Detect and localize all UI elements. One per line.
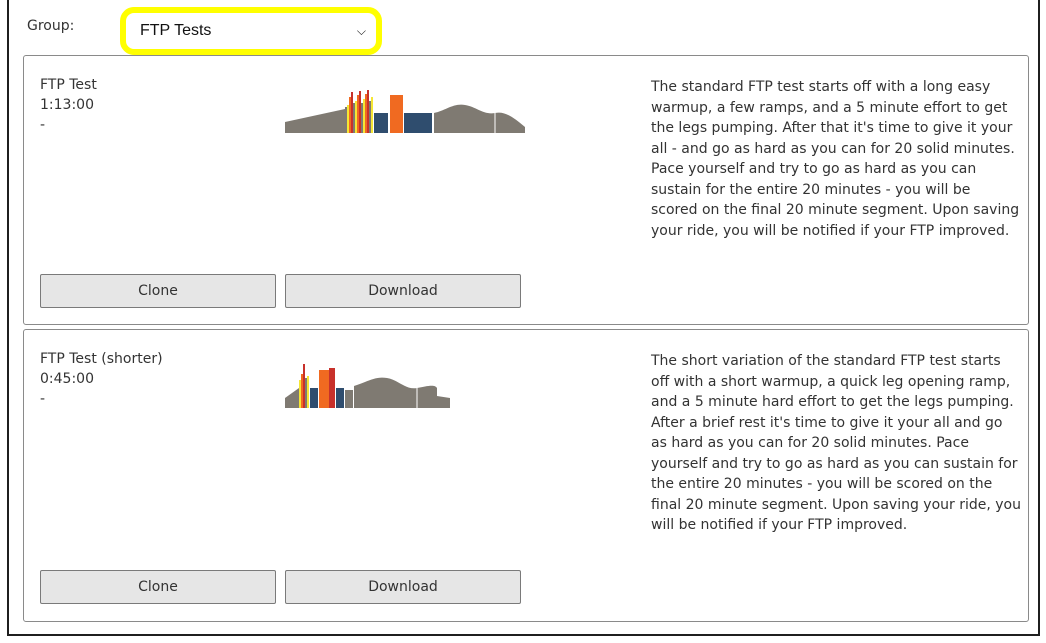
download-button[interactable]: Download [285,570,521,604]
workout-card: FTP Test (shorter) 0:45:00 - The short v… [23,329,1029,622]
workout-name: FTP Test [40,77,97,93]
ramp-bar [307,376,309,408]
ramp-bar [355,101,357,133]
ramp-bar [365,94,367,133]
workout-profile-graph [285,364,450,408]
workout-card: FTP Test 1:13:00 - The standard FTP test… [23,55,1029,325]
workout-extra: - [40,117,46,133]
ramp-bar [361,103,363,133]
ftp-segment [434,104,525,133]
ftp-segment [354,377,437,408]
warmup-segment [285,388,299,408]
clone-button[interactable]: Clone [40,274,276,308]
ramp-bar [301,374,303,408]
ramp-bar [349,97,351,133]
download-button[interactable]: Download [285,274,521,308]
ramp-bar [305,378,307,408]
warmup-segment [285,109,345,133]
workout-duration: 0:45:00 [40,371,94,387]
recovery-block [336,388,344,408]
ramp-bar [353,103,355,133]
ramp-bar [345,107,347,133]
ramp-bar [359,91,361,133]
effort-block [319,370,329,408]
ramp-bar [363,99,365,133]
ramp-bar [357,95,359,133]
recovery-block [345,390,353,408]
workout-profile-graph [285,90,525,133]
ramp-bar [299,380,301,408]
ramp-bar [351,92,353,133]
group-label: Group: [27,18,75,34]
effort-block [329,368,335,408]
workout-duration: 1:13:00 [40,97,94,113]
ramp-bar [367,90,369,133]
chevron-down-icon: ⌵ [356,23,366,38]
effort-block [390,95,403,133]
group-select-value: FTP Tests [140,22,212,39]
group-select[interactable]: FTP Tests ⌵ [120,7,382,55]
recovery-block [404,113,432,133]
workout-extra: - [40,391,46,407]
recovery-block [310,388,318,408]
ramp-bar [369,101,371,133]
ramp-bar [303,364,305,408]
ramp-bar [347,105,349,133]
recovery-block [374,113,388,133]
clone-button[interactable]: Clone [40,570,276,604]
ramp-bar [371,97,373,133]
workout-description: The standard FTP test starts off with a … [651,79,1020,239]
workout-name: FTP Test (shorter) [40,351,163,367]
workout-description: The short variation of the standard FTP … [651,353,1021,533]
